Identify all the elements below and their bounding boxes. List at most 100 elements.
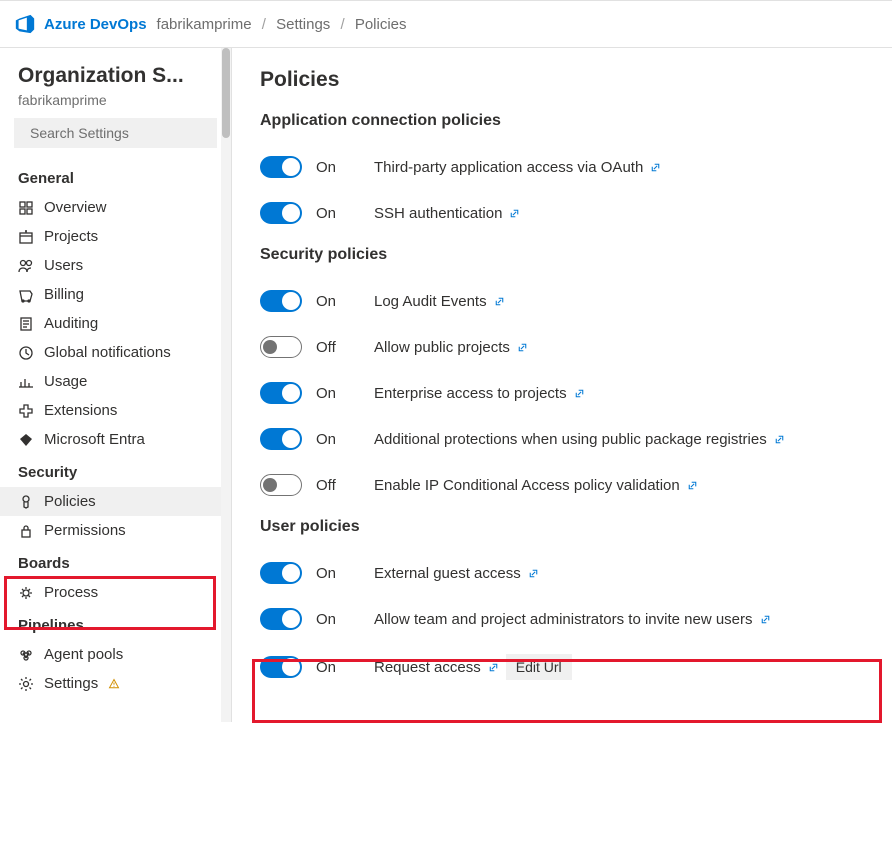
policy-label: Allow public projects [374, 339, 864, 356]
policy-label: Enable IP Conditional Access policy vali… [374, 477, 864, 494]
sidebar-item-extensions[interactable]: Extensions [0, 396, 231, 425]
link-icon[interactable] [527, 567, 540, 580]
sidebar-title: Organization S... [0, 64, 231, 88]
process-icon [18, 585, 34, 601]
toggle-state-label: On [316, 611, 360, 628]
policy-label: Enterprise access to projects [374, 385, 864, 402]
toggle-state-label: On [316, 659, 360, 676]
billing-icon [18, 287, 34, 303]
scrollbar-thumb[interactable] [222, 48, 230, 138]
azure-devops-icon [14, 13, 36, 35]
policy-row: On Allow team and project administrators … [260, 596, 864, 642]
policy-row: On External guest access [260, 550, 864, 596]
sidebar-subtitle: fabrikamprime [0, 88, 231, 118]
sidebar-item-process[interactable]: Process [0, 578, 231, 607]
edit-url-button[interactable]: Edit Url [506, 654, 572, 680]
users-icon [18, 258, 34, 274]
permissions-icon [18, 523, 34, 539]
sidebar-item-label: Auditing [44, 315, 98, 332]
brand[interactable]: Azure DevOps [14, 13, 147, 35]
toggle-state-label: Off [316, 477, 360, 494]
toggle-switch[interactable] [260, 290, 302, 312]
link-icon[interactable] [508, 207, 521, 220]
link-icon[interactable] [773, 433, 786, 446]
breadcrumb-page[interactable]: Policies [355, 16, 407, 33]
toggle-switch[interactable] [260, 656, 302, 678]
policy-label: Allow team and project administrators to… [374, 611, 864, 628]
sidebar-item-usage[interactable]: Usage [0, 367, 231, 396]
toggle-switch[interactable] [260, 474, 302, 496]
search-input[interactable] [30, 125, 211, 141]
toggle-switch[interactable] [260, 336, 302, 358]
section-heading: Application connection policies [260, 112, 864, 130]
link-icon[interactable] [649, 161, 662, 174]
toggle-state-label: On [316, 385, 360, 402]
policy-label: Additional protections when using public… [374, 431, 864, 448]
link-icon[interactable] [487, 661, 500, 674]
toggle-state-label: On [316, 159, 360, 176]
sidebar-item-agent-pools[interactable]: Agent pools [0, 640, 231, 669]
settings-icon [18, 676, 34, 692]
policy-row: On Log Audit Events [260, 278, 864, 324]
policies-icon [18, 494, 34, 510]
scrollbar-track[interactable] [221, 48, 231, 722]
sidebar-item-label: Billing [44, 286, 84, 303]
search-settings[interactable] [14, 118, 217, 148]
sidebar-item-label: Process [44, 584, 98, 601]
link-icon[interactable] [686, 479, 699, 492]
globalnotif-icon [18, 345, 34, 361]
policy-label: Log Audit Events [374, 293, 864, 310]
sidebar-group-security: Security [0, 454, 231, 487]
warn-badge-icon [108, 678, 120, 690]
toggle-switch[interactable] [260, 382, 302, 404]
breadcrumb-section[interactable]: Settings [276, 16, 330, 33]
policy-label: Request access Edit Url [374, 654, 864, 680]
policy-label: SSH authentication [374, 205, 864, 222]
link-icon[interactable] [573, 387, 586, 400]
sidebar-item-label: Agent pools [44, 646, 123, 663]
toggle-switch[interactable] [260, 608, 302, 630]
brand-text: Azure DevOps [44, 16, 147, 33]
entra-icon [18, 432, 34, 448]
sidebar: Organization S... fabrikamprime GeneralO… [0, 48, 232, 722]
sidebar-item-microsoft-entra[interactable]: Microsoft Entra [0, 425, 231, 454]
link-icon[interactable] [493, 295, 506, 308]
sidebar-group-general: General [0, 160, 231, 193]
toggle-state-label: On [316, 293, 360, 310]
auditing-icon [18, 316, 34, 332]
sidebar-item-users[interactable]: Users [0, 251, 231, 280]
link-icon[interactable] [516, 341, 529, 354]
sidebar-item-global-notifications[interactable]: Global notifications [0, 338, 231, 367]
toggle-state-label: On [316, 205, 360, 222]
sidebar-item-billing[interactable]: Billing [0, 280, 231, 309]
sidebar-item-settings[interactable]: Settings [0, 669, 231, 698]
usage-icon [18, 374, 34, 390]
policy-row: On Request access Edit Url [260, 642, 864, 692]
breadcrumb-org[interactable]: fabrikamprime [157, 16, 252, 33]
sidebar-item-label: Global notifications [44, 344, 171, 361]
policy-row: On SSH authentication [260, 190, 864, 236]
sidebar-item-label: Projects [44, 228, 98, 245]
policy-row: Off Enable IP Conditional Access policy v… [260, 462, 864, 508]
sidebar-item-permissions[interactable]: Permissions [0, 516, 231, 545]
sidebar-item-label: Permissions [44, 522, 126, 539]
toggle-switch[interactable] [260, 156, 302, 178]
link-icon[interactable] [759, 613, 772, 626]
section-heading: Security policies [260, 246, 864, 264]
toggle-switch[interactable] [260, 562, 302, 584]
toggle-state-label: Off [316, 339, 360, 356]
policy-label: Third-party application access via OAuth [374, 159, 864, 176]
sidebar-group-pipelines: Pipelines [0, 607, 231, 640]
toggle-state-label: On [316, 565, 360, 582]
toggle-switch[interactable] [260, 202, 302, 224]
sidebar-item-overview[interactable]: Overview [0, 193, 231, 222]
policy-label: External guest access [374, 565, 864, 582]
sidebar-item-auditing[interactable]: Auditing [0, 309, 231, 338]
breadcrumb: fabrikamprime / Settings / Policies [157, 16, 407, 33]
toggle-switch[interactable] [260, 428, 302, 450]
extensions-icon [18, 403, 34, 419]
sidebar-item-policies[interactable]: Policies [0, 487, 231, 516]
toggle-state-label: On [316, 431, 360, 448]
sidebar-item-label: Users [44, 257, 83, 274]
sidebar-item-projects[interactable]: Projects [0, 222, 231, 251]
